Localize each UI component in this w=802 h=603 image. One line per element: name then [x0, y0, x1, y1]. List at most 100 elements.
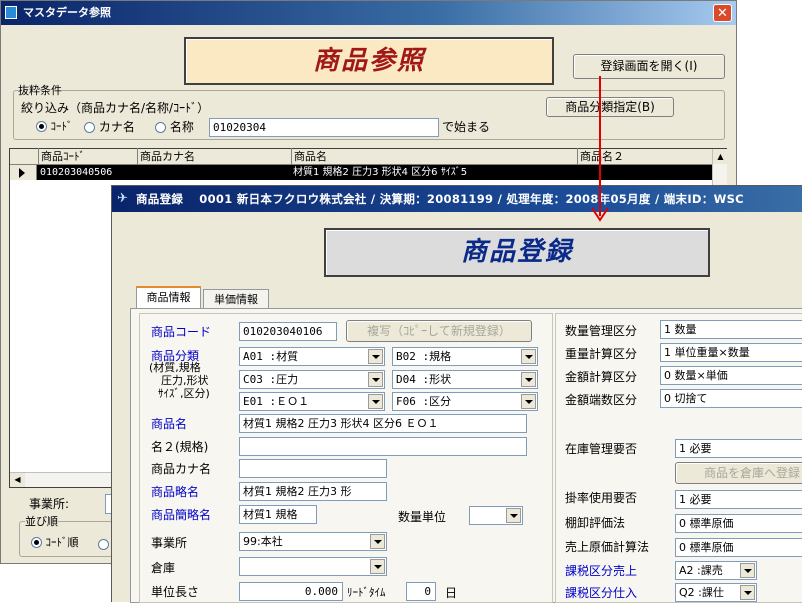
back-window-title: マスタデータ参照 — [23, 6, 111, 19]
category-combo-1[interactable]: A01 :材質 — [239, 347, 385, 366]
category-combo-6[interactable]: F06 :区分 — [392, 392, 538, 411]
unit-length-input[interactable]: 0.000 — [239, 582, 343, 601]
product-name-input[interactable]: 材質1 規格2 圧力3 形状4 区分6 ＥＯ１ — [239, 414, 527, 433]
leadtime-input[interactable]: 0 — [406, 582, 436, 601]
office-label: 事業所 — [151, 536, 188, 550]
app-icon — [5, 6, 17, 19]
chevron-down-icon[interactable] — [521, 349, 536, 364]
shorter-name-input[interactable]: 材質1 規格 — [239, 505, 317, 524]
sort-group-label: 並び順 — [25, 513, 58, 531]
chevron-down-icon[interactable] — [740, 563, 755, 578]
qty-mgmt-field[interactable]: 1 数量 — [660, 320, 802, 339]
product-register-window: ✈ 商品登録 0001 新日本フクロウ株式会社 / 決算期：20081199 /… — [111, 185, 802, 603]
chevron-down-icon[interactable] — [521, 372, 536, 387]
sort-code-radio-icon — [31, 537, 42, 548]
scroll-left-button[interactable]: ◀ — [10, 473, 25, 487]
front-titlebar: ✈ 商品登録 0001 新日本フクロウ株式会社 / 決算期：20081199 /… — [112, 186, 802, 212]
grid-hscrollbar[interactable]: ◀ — [10, 472, 120, 487]
short-name-input[interactable]: 材質1 規格2 圧力3 形 — [239, 482, 387, 501]
rounding-field[interactable]: 0 切捨て — [660, 389, 802, 408]
sort-code-label: ｺｰﾄﾞ順 — [45, 536, 79, 549]
radio-kana-icon — [84, 122, 95, 133]
grid-header-code[interactable]: 商品ｺｰﾄﾞ — [38, 148, 136, 166]
radio-name-icon — [155, 122, 166, 133]
annotation-arrow — [591, 76, 609, 222]
radio-kana-label: カナ名 — [98, 120, 135, 134]
unit-length-label: 単位長さ — [151, 585, 200, 599]
warehouse-combo[interactable] — [239, 557, 387, 576]
qty-unit-combo[interactable] — [469, 506, 523, 525]
radio-code[interactable]: ｺｰﾄﾞ — [36, 118, 73, 136]
stock-mgmt-field[interactable]: 1 必要 — [675, 439, 802, 458]
front-window-title: 商品登録 0001 新日本フクロウ株式会社 / 決算期：20081199 / 処… — [136, 192, 744, 206]
cost-calc-field[interactable]: 0 標準原価 — [675, 538, 802, 557]
chevron-down-icon[interactable] — [370, 559, 385, 574]
sort-code-radio[interactable]: ｺｰﾄﾞ順 — [31, 534, 79, 552]
weight-calc-label: 重量計算区分 — [565, 347, 638, 361]
name2-label: 名２(規格) — [151, 440, 209, 454]
tax-purchase-combo[interactable]: Q2 :課仕 — [675, 583, 757, 602]
category-combo-6-value: F06 :区分 — [396, 395, 452, 408]
search-input[interactable]: 01020304 — [209, 118, 439, 137]
register-title-box: 商品登録 — [324, 228, 710, 277]
category-combo-3[interactable]: C03 :圧力 — [239, 370, 385, 389]
inventory-eval-label: 棚卸評価法 — [565, 516, 626, 530]
row-code: 010203040506 — [40, 167, 113, 178]
radio-code-label: ｺｰﾄﾞ — [50, 120, 73, 133]
kana-input[interactable] — [239, 459, 387, 478]
kana-label: 商品カナ名 — [151, 462, 212, 476]
close-button[interactable]: ✕ — [713, 4, 732, 22]
radio-name[interactable]: 名称 — [155, 118, 194, 136]
product-code-label: 商品コード — [151, 325, 212, 339]
category-sub3: ｻｲｽﾞ,区分) — [158, 387, 210, 400]
page-title: 商品参照 — [312, 46, 425, 76]
grid-header-name[interactable]: 商品名 — [291, 148, 577, 166]
category-combo-3-value: C03 :圧力 — [243, 373, 299, 386]
back-office-label: 事業所: — [29, 497, 70, 511]
copy-button[interactable]: 複写（ｺﾋﾟｰして新規登録） — [346, 320, 532, 342]
back-titlebar: マスタデータ参照 ✕ — [1, 1, 736, 25]
tab-product-info-label: 商品情報 — [146, 291, 191, 304]
chevron-down-icon[interactable] — [370, 534, 385, 549]
qty-unit-label: 数量単位 — [398, 510, 447, 524]
product-name-label: 商品名 — [151, 417, 188, 431]
chevron-down-icon[interactable] — [368, 372, 383, 387]
weight-calc-field[interactable]: 1 単位重量×数量 — [660, 343, 802, 362]
filter-label: 絞り込み（商品カナ名/名称/ｺｰﾄﾞ） — [21, 101, 210, 115]
grid-header-kana[interactable]: 商品カナ名 — [137, 148, 291, 166]
tab-product-info[interactable]: 商品情報 — [136, 286, 201, 309]
name2-input[interactable] — [239, 437, 527, 456]
day-label: 日 — [445, 586, 458, 600]
category-combo-5[interactable]: E01 :ＥＯ１ — [239, 392, 385, 411]
category-combo-2[interactable]: B02 :規格 — [392, 347, 538, 366]
stock-register-button[interactable]: 商品を倉庫へ登録 — [675, 462, 802, 484]
bird-icon: ✈ — [117, 191, 128, 206]
category-combo-4-value: D04 :形状 — [396, 373, 452, 386]
product-code-input[interactable]: 010203040106 — [239, 322, 337, 341]
category-combo-4[interactable]: D04 :形状 — [392, 370, 538, 389]
row-pointer-icon — [19, 168, 25, 178]
amount-calc-field[interactable]: 0 数量×単価 — [660, 366, 802, 385]
tab-unit-price[interactable]: 単価情報 — [203, 289, 269, 309]
chevron-down-icon[interactable] — [368, 349, 383, 364]
cost-calc-label: 売上原価計算法 — [565, 540, 650, 554]
tax-purchase-label: 課税区分仕入 — [565, 586, 638, 600]
register-title: 商品登録 — [460, 237, 573, 267]
inventory-eval-field[interactable]: 0 標準原価 — [675, 514, 802, 533]
leadtime-label: ﾘｰﾄﾞﾀｲﾑ — [347, 586, 386, 599]
scroll-up-button[interactable]: ▲ — [713, 149, 728, 164]
chevron-down-icon[interactable] — [506, 508, 521, 523]
office-combo[interactable]: 99:本社 — [239, 532, 387, 551]
row-name: 材質1 規格2 圧力3 形状4 区分6 ｻｲｽﾞ5 — [293, 167, 468, 178]
rounding-label: 金額端数区分 — [565, 393, 638, 407]
sort-other-radio[interactable] — [98, 539, 109, 550]
tax-sales-combo[interactable]: A2 :課売 — [675, 561, 757, 580]
radio-kana[interactable]: カナ名 — [84, 118, 135, 136]
category-combo-5-value: E01 :ＥＯ１ — [243, 395, 310, 408]
rate-usage-field[interactable]: 1 必要 — [675, 490, 802, 509]
page-title-box: 商品参照 — [184, 37, 554, 85]
chevron-down-icon[interactable] — [521, 394, 536, 409]
chevron-down-icon[interactable] — [740, 585, 755, 600]
chevron-down-icon[interactable] — [368, 394, 383, 409]
tab-unit-price-label: 単価情報 — [214, 293, 258, 306]
